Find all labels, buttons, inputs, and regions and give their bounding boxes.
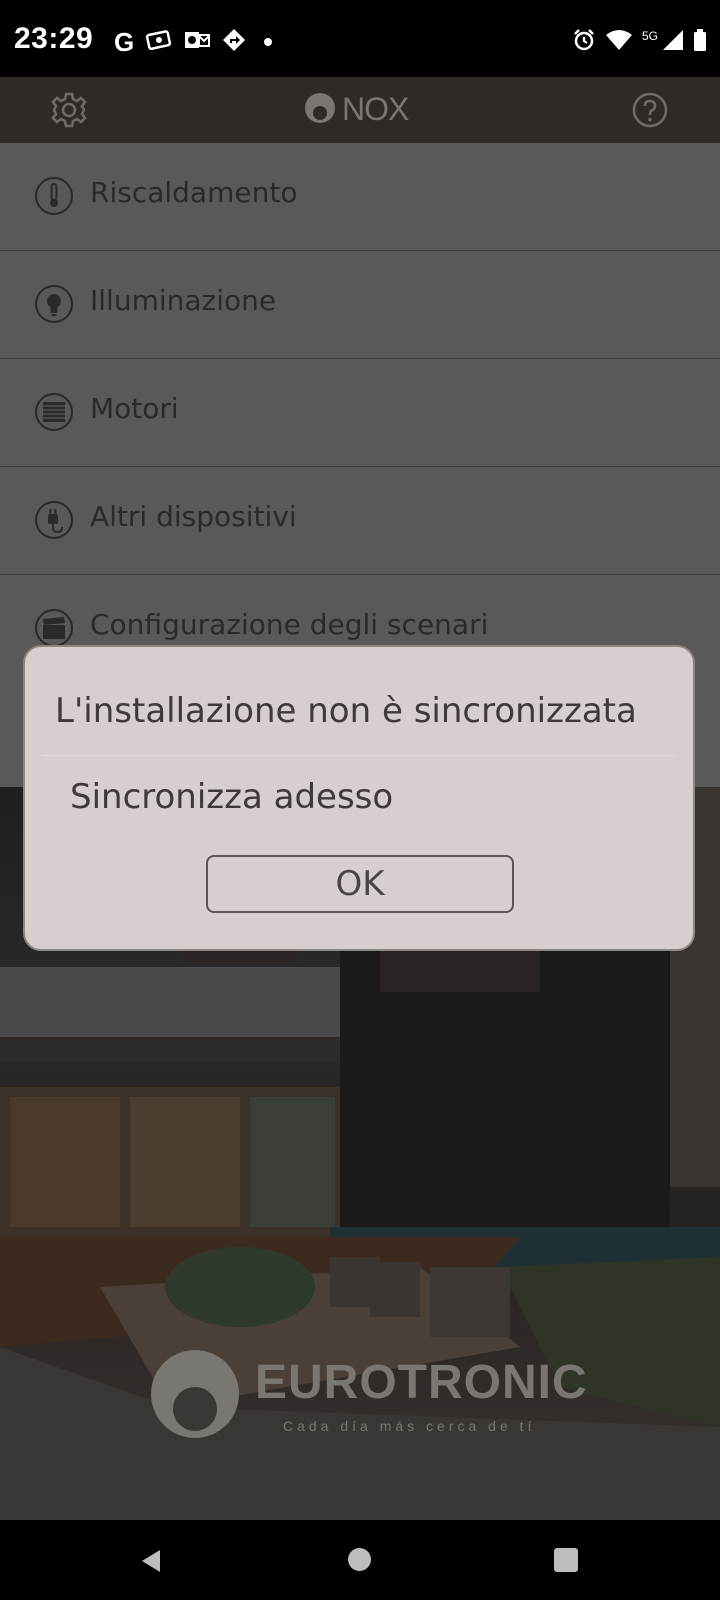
menu-item-label: Altri dispositivi	[90, 500, 297, 533]
recents-icon[interactable]	[554, 1548, 578, 1572]
outlook-icon	[184, 29, 211, 55]
status-right-icons: 5G	[572, 28, 706, 56]
wifi-icon	[605, 29, 632, 55]
status-time: 23:29	[14, 22, 94, 55]
dialog-divider	[43, 755, 675, 756]
shutter-icon	[34, 392, 74, 436]
nox-logo-icon	[304, 92, 336, 128]
menu-item-label: Motori	[90, 392, 179, 425]
google-g-icon: G	[114, 27, 135, 57]
dialog-title: L'installazione non è sincronizzata	[55, 691, 637, 731]
navigation-bar	[0, 1520, 720, 1600]
app-bar: NOX	[0, 77, 720, 144]
alarm-icon	[572, 28, 596, 56]
cell-signal-icon	[662, 29, 684, 55]
menu-item-illuminazione[interactable]: Illuminazione	[0, 251, 720, 359]
app-brand: NOX	[304, 91, 409, 128]
thermometer-icon	[34, 176, 74, 220]
battery-icon	[694, 29, 706, 55]
home-icon[interactable]	[348, 1548, 371, 1571]
eurotronic-tagline: Cada día más cerca de tí	[283, 1418, 536, 1434]
eurotronic-logo-text: EUROTRONIC	[255, 1356, 588, 1409]
notification-dot-icon	[264, 38, 273, 46]
status-left-icons: G	[114, 27, 273, 57]
lightbulb-icon	[34, 284, 74, 328]
help-icon[interactable]	[632, 92, 668, 132]
status-bar: 23:29 G 5G	[0, 0, 720, 77]
app-title: NOX	[342, 91, 409, 127]
menu-item-label: Configurazione degli scenari	[90, 608, 489, 641]
ticket-icon	[146, 30, 172, 54]
menu-item-label: Illuminazione	[90, 284, 277, 317]
menu-item-motori[interactable]: Motori	[0, 359, 720, 467]
ok-button[interactable]: OK	[206, 855, 514, 913]
menu-item-altri-dispositivi[interactable]: Altri dispositivi	[0, 467, 720, 575]
dialog-message: Sincronizza adesso	[70, 777, 394, 817]
back-icon[interactable]	[138, 1548, 164, 1578]
gear-icon[interactable]	[50, 91, 88, 133]
menu-item-riscaldamento[interactable]: Riscaldamento	[0, 143, 720, 251]
network-type-label: 5G	[641, 29, 658, 43]
menu-item-label: Riscaldamento	[90, 176, 298, 209]
plug-icon	[34, 500, 74, 544]
sync-dialog: L'installazione non è sincronizzata Sinc…	[23, 645, 695, 951]
maps-direction-icon	[222, 28, 246, 56]
